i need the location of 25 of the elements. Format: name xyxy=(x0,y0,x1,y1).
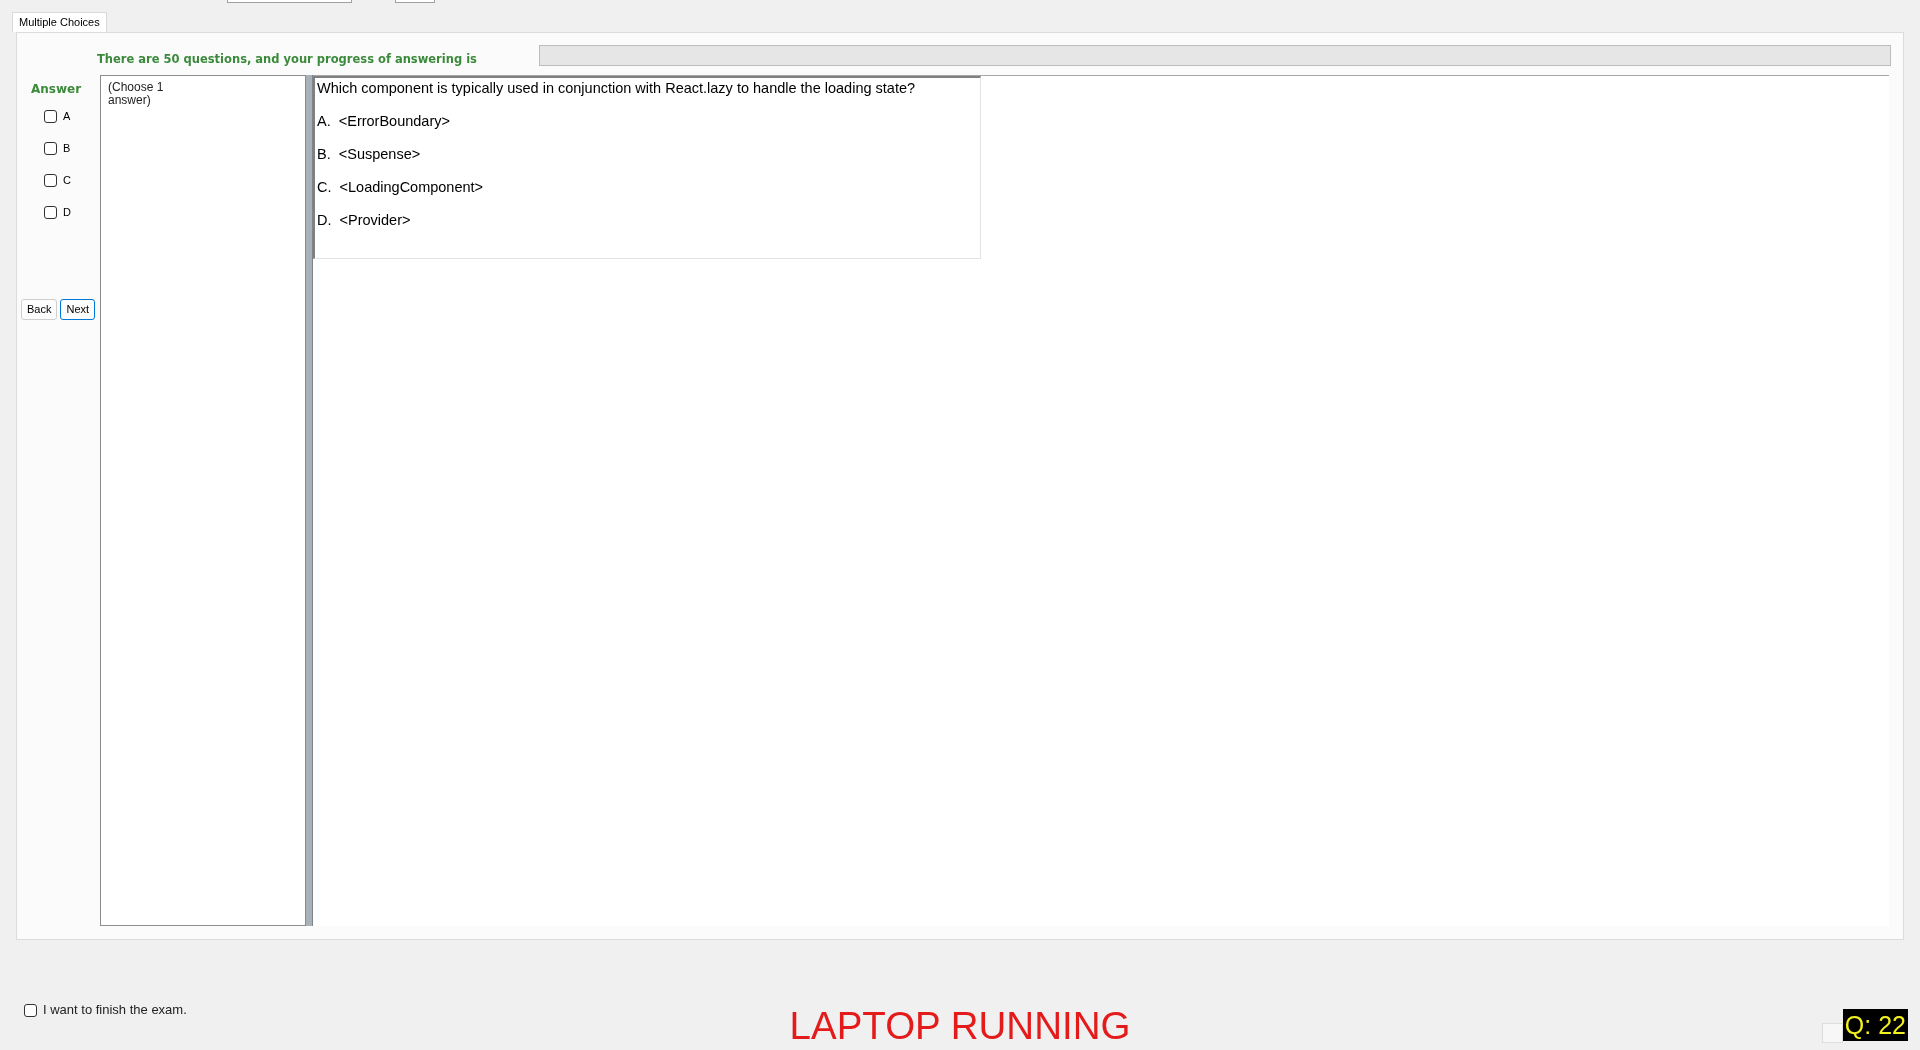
tab[interactable]: Multiple Choices xyxy=(12,12,107,32)
choose-hint: (Choose 1 answer) xyxy=(108,81,165,107)
dropdown-field[interactable] xyxy=(227,0,352,3)
option-letter: A xyxy=(63,110,71,123)
answer-option: D. <Provider> xyxy=(317,212,411,229)
question-text: Which component is typically used in conjunction with React.lazy to handle the loading state? xyxy=(317,80,916,97)
option-letter: C xyxy=(63,174,71,187)
question-number-badge: Q: 22 xyxy=(1842,1009,1908,1041)
finish-label: I want to finish the exam. xyxy=(43,1003,187,1017)
answer-option: C. <LoadingComponent> xyxy=(317,179,484,196)
input-field[interactable] xyxy=(395,0,435,3)
next-button[interactable]: Next xyxy=(60,299,96,320)
status-text: LAPTOP RUNNING xyxy=(789,1006,1131,1046)
answer-checkbox[interactable] xyxy=(44,110,57,123)
finish-checkbox[interactable] xyxy=(24,1003,37,1017)
answer-checkbox[interactable] xyxy=(44,206,57,219)
answer-option: B. <Suspense> xyxy=(317,146,421,163)
answer-option: A. <ErrorBoundary> xyxy=(317,113,450,130)
option-letter: D xyxy=(63,206,71,219)
answer-checkbox[interactable] xyxy=(44,142,57,155)
answer-heading: Answer xyxy=(31,81,82,97)
progress-label: There are 50 questions, and your progress of answering is xyxy=(97,52,477,66)
answer-checkbox[interactable] xyxy=(44,174,57,187)
back-button[interactable]: Back xyxy=(21,299,58,320)
option-letter: B xyxy=(63,142,71,155)
